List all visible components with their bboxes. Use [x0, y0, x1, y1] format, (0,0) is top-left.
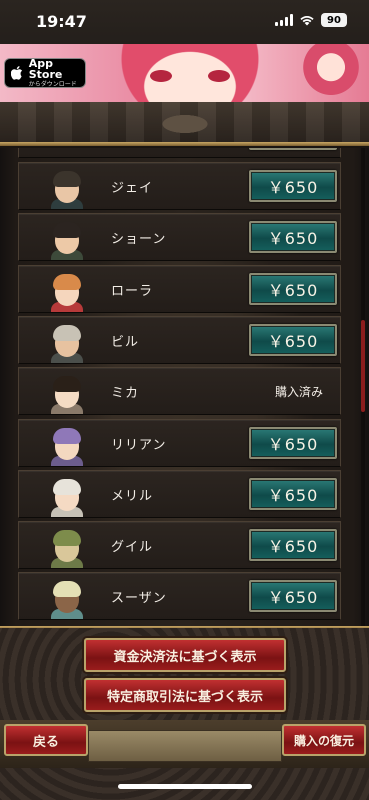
character-row[interactable]: ミカ 購入済み	[18, 367, 341, 416]
buy-price-button[interactable]: ￥650	[249, 477, 337, 510]
character-name: ローラ	[111, 283, 154, 299]
ornament-crest	[150, 110, 220, 138]
character-row[interactable]: ローラ ￥650	[18, 264, 341, 313]
restore-purchases-button[interactable]: 購入の復元	[282, 724, 366, 756]
back-button[interactable]: 戻る	[4, 724, 88, 756]
character-row[interactable]: メリル ￥650	[18, 469, 341, 518]
character-avatar	[47, 167, 87, 209]
character-avatar	[47, 270, 87, 312]
ad-eye-right	[208, 70, 230, 82]
ad-character-face	[110, 44, 270, 102]
character-avatar	[47, 321, 87, 363]
character-name: ジェイ	[111, 181, 154, 196]
purchased-label: 購入済み	[275, 385, 324, 400]
list-row-partial	[18, 148, 341, 158]
status-icons: 90	[275, 13, 347, 27]
character-avatar	[47, 526, 87, 569]
character-row[interactable]: グイル ￥650	[18, 521, 341, 570]
nav-plate	[88, 730, 282, 762]
signal-icon	[275, 14, 293, 26]
character-row[interactable]: ジェイ ￥650	[18, 162, 341, 210]
character-avatar	[47, 218, 87, 261]
buy-price-button[interactable]: ￥650	[249, 529, 337, 562]
character-name: ショーン	[111, 232, 167, 248]
character-avatar	[47, 424, 87, 466]
character-name: リリアン	[111, 437, 167, 453]
wifi-icon	[300, 16, 314, 26]
payment-services-act-button[interactable]: 資金決済法に基づく表示	[84, 638, 286, 672]
status-time: 19:47	[36, 12, 87, 31]
price-button-partial	[249, 148, 337, 150]
character-row[interactable]: ビル ￥650	[18, 315, 341, 364]
apple-icon	[11, 66, 23, 80]
buy-price-button[interactable]: ￥650	[249, 221, 337, 254]
buy-price-button[interactable]: ￥650	[249, 272, 337, 305]
gold-divider	[0, 142, 369, 146]
character-row[interactable]: スーザン ￥650	[18, 572, 341, 621]
home-indicator	[118, 784, 252, 789]
buy-price-button[interactable]: ￥650	[249, 580, 337, 613]
scrollbar[interactable]	[361, 320, 365, 412]
character-row[interactable]: ショーン ￥650	[18, 213, 341, 262]
character-avatar	[47, 372, 87, 415]
buy-price-button[interactable]: ￥650	[249, 170, 337, 202]
character-name: メリル	[111, 488, 154, 504]
buy-price-button[interactable]: ￥650	[249, 426, 337, 459]
app-store-button[interactable]: App Store からダウンロード	[4, 58, 86, 88]
character-avatar	[47, 577, 87, 620]
commercial-transactions-act-button[interactable]: 特定商取引法に基づく表示	[84, 678, 286, 712]
character-name: グイル	[111, 540, 154, 556]
status-bar: 19:47 90	[0, 0, 369, 44]
buy-price-button[interactable]: ￥650	[249, 323, 337, 356]
character-avatar	[47, 475, 87, 517]
character-name: スーザン	[111, 591, 167, 607]
character-list[interactable]: ジェイ ￥650 ショーン ￥650 ローラ ￥650 ビル ￥650 ミカ 購入済みリリアン ￥6…	[0, 148, 369, 628]
character-name: ビル	[111, 334, 140, 350]
battery-icon: 90	[321, 13, 347, 27]
ad-eye-left	[150, 70, 172, 82]
character-name: ミカ	[111, 386, 140, 402]
app-store-subtitle: からダウンロード	[28, 81, 77, 88]
app-store-title: App Store	[28, 57, 63, 81]
character-row[interactable]: リリアン ￥650	[18, 418, 341, 467]
ad-character-small	[301, 44, 361, 102]
